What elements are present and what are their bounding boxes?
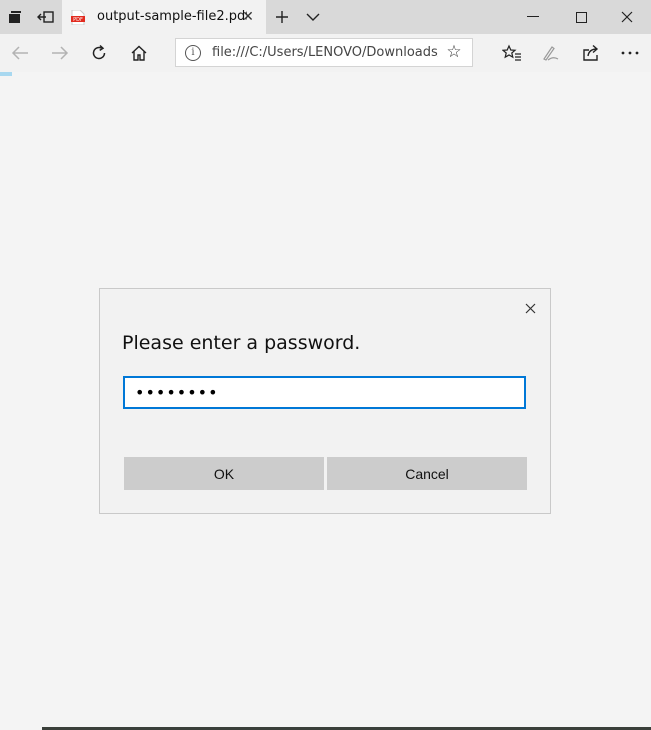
chevron-down-icon[interactable] [303, 7, 323, 27]
set-aside-tabs-icon[interactable] [36, 7, 56, 27]
star-icon[interactable]: ☆ [444, 42, 464, 62]
password-input[interactable] [123, 376, 526, 409]
pen-icon[interactable] [538, 41, 564, 65]
more-icon[interactable] [617, 41, 643, 65]
info-icon[interactable]: i [185, 45, 201, 61]
dialog-title: Please enter a password. [122, 332, 361, 354]
loading-indicator [0, 72, 12, 76]
window-close-icon[interactable] [604, 4, 650, 30]
password-dialog: Please enter a password. OK Cancel [99, 288, 551, 514]
tab-title: output-sample-file2.pdf [97, 9, 247, 24]
address-url[interactable]: file:///C:/Users/LENOVO/Downloads/1- [212, 45, 438, 60]
forward-arrow-icon[interactable] [47, 41, 73, 65]
close-icon[interactable] [520, 299, 540, 319]
cancel-button[interactable]: Cancel [327, 457, 527, 490]
minimize-icon[interactable] [510, 4, 556, 30]
tab-bar: PDF output-sample-file2.pdf ✕ [0, 0, 651, 34]
svg-text:PDF: PDF [73, 17, 83, 23]
refresh-icon[interactable] [86, 41, 112, 65]
plus-icon[interactable] [272, 7, 292, 27]
tab-actions-icon[interactable] [5, 7, 25, 27]
tab-close-icon[interactable]: ✕ [239, 8, 257, 26]
pdf-file-icon: PDF [71, 10, 85, 25]
share-icon[interactable] [578, 41, 604, 65]
favorites-list-icon[interactable] [499, 41, 525, 65]
maximize-icon[interactable] [558, 4, 604, 30]
active-tab[interactable]: PDF output-sample-file2.pdf ✕ [62, 0, 266, 34]
back-arrow-icon[interactable] [7, 41, 33, 65]
navigation-bar: i file:///C:/Users/LENOVO/Downloads/1- ☆ [0, 34, 651, 72]
ok-button[interactable]: OK [124, 457, 324, 490]
home-icon[interactable] [126, 41, 152, 65]
address-bar[interactable]: i file:///C:/Users/LENOVO/Downloads/1- ☆ [175, 38, 473, 67]
